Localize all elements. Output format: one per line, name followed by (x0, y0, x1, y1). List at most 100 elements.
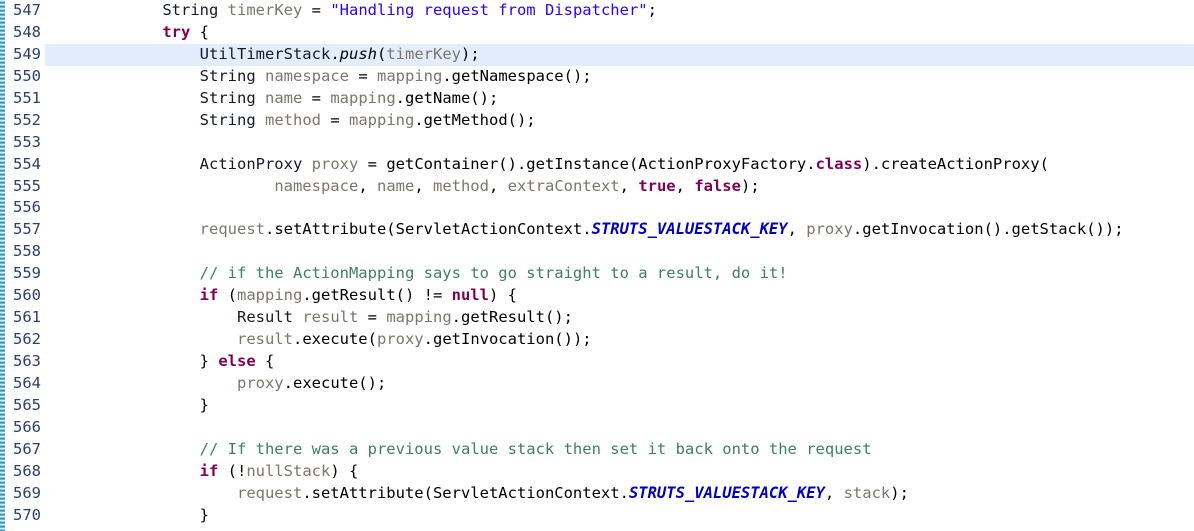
code-line[interactable]: 555 namespace, name, method, extraContex… (0, 176, 1194, 198)
code-line[interactable]: 565 } (0, 395, 1194, 417)
line-number[interactable]: 565 (0, 395, 41, 417)
code-line[interactable]: 552 String method = mapping.getMethod(); (0, 110, 1194, 132)
code-line-text[interactable]: if (!nullStack) { (45, 461, 1194, 483)
code-token: , (414, 176, 433, 195)
line-number[interactable]: 566 (0, 417, 41, 439)
code-line[interactable]: 570 } (0, 505, 1194, 527)
code-token: , (787, 220, 807, 239)
line-number[interactable]: 567 (0, 439, 41, 461)
code-token: push (339, 44, 377, 63)
line-number[interactable]: 550 (0, 66, 41, 88)
code-line-text[interactable]: // if the ActionMapping says to go strai… (45, 263, 1194, 285)
code-token: result (302, 308, 359, 327)
code-line-text[interactable]: // If there was a previous value stack t… (45, 439, 1194, 461)
code-line[interactable]: 553 (0, 132, 1194, 154)
code-line-text[interactable]: proxy.execute(); (45, 373, 1194, 395)
code-line-text[interactable]: } (45, 395, 1194, 417)
code-line[interactable]: 568 if (!nullStack) { (0, 461, 1194, 483)
code-line-text[interactable]: request.setAttribute(ServletActionContex… (45, 483, 1194, 505)
code-line-text[interactable]: if (mapping.getResult() != null) { (45, 285, 1194, 307)
code-line-text[interactable]: try { (45, 22, 1194, 44)
code-line-text[interactable]: } else { (45, 351, 1194, 373)
code-line-text[interactable]: String timerKey = "Handling request from… (45, 0, 1194, 22)
line-number[interactable]: 557 (0, 219, 41, 241)
line-number[interactable]: 558 (0, 241, 41, 263)
code-token: Result (236, 308, 293, 327)
line-number[interactable]: 556 (0, 197, 41, 219)
code-line[interactable]: 569 request.setAttribute(ServletActionCo… (0, 483, 1194, 505)
line-number[interactable]: 548 (0, 22, 41, 44)
code-line[interactable]: 554 ActionProxy proxy = getContainer().g… (0, 154, 1194, 176)
code-line[interactable]: 559 // if the ActionMapping says to go s… (0, 263, 1194, 285)
code-line-text[interactable]: UtilTimerStack.push(timerKey); (45, 43, 1194, 66)
code-line-text[interactable]: Result result = mapping.getResult(); (45, 307, 1194, 329)
line-number[interactable]: 547 (0, 0, 41, 22)
code-line[interactable]: 561 Result result = mapping.getResult(); (0, 307, 1194, 329)
line-number[interactable]: 551 (0, 88, 41, 110)
line-number[interactable]: 564 (0, 373, 41, 395)
code-line[interactable]: 547 String timerKey = "Handling request … (0, 0, 1194, 22)
code-token: mapping (237, 286, 303, 305)
code-line-text[interactable] (45, 417, 1194, 439)
code-line[interactable]: 567 // If there was a previous value sta… (0, 439, 1194, 461)
code-line-text[interactable]: namespace, name, method, extraContext, t… (45, 176, 1194, 198)
code-token: = (302, 88, 331, 107)
code-token: mapping (377, 66, 443, 85)
code-token: STRUTS_VALUESTACK_KEY (628, 483, 825, 502)
line-number[interactable]: 555 (0, 176, 41, 198)
code-token: ).createActionProxy( (862, 154, 1049, 173)
line-number[interactable]: 560 (0, 285, 41, 307)
code-line-text[interactable]: String name = mapping.getName(); (45, 88, 1194, 110)
code-token: if (199, 286, 219, 305)
code-line[interactable]: 550 String namespace = mapping.getNamesp… (0, 66, 1194, 88)
code-line[interactable]: 564 proxy.execute(); (0, 373, 1194, 395)
code-line-text[interactable]: request.setAttribute(ServletActionContex… (45, 219, 1194, 241)
code-line-text[interactable] (45, 241, 1194, 263)
code-token: false (694, 176, 741, 195)
code-line[interactable]: 549 UtilTimerStack.push(timerKey); (0, 43, 1194, 66)
code-line[interactable]: 558 (0, 241, 1194, 263)
line-number[interactable]: 554 (0, 154, 41, 176)
code-token: nullStack (246, 461, 331, 480)
line-number[interactable]: 561 (0, 307, 41, 329)
code-token: // if the ActionMapping says to go strai… (199, 264, 788, 283)
code-line-text[interactable]: String namespace = mapping.getNamespace(… (45, 66, 1194, 88)
line-number[interactable]: 570 (0, 505, 41, 527)
code-token: proxy (376, 330, 424, 349)
code-token: .setAttribute(ServletActionContext. (302, 483, 629, 502)
code-line[interactable]: 557 request.setAttribute(ServletActionCo… (0, 219, 1194, 241)
code-line[interactable]: 563 } else { (0, 351, 1194, 373)
code-token: = (358, 308, 387, 327)
code-line-text[interactable]: result.execute(proxy.getInvocation()); (45, 329, 1194, 351)
code-line-text[interactable] (45, 132, 1194, 154)
line-number[interactable]: 553 (0, 132, 41, 154)
line-number[interactable]: 569 (0, 483, 41, 505)
code-token: String (199, 66, 256, 85)
code-line-text[interactable]: } (45, 505, 1194, 527)
code-token: , (675, 176, 695, 195)
line-number[interactable]: 563 (0, 351, 41, 373)
code-content-area[interactable]: 547 String timerKey = "Handling request … (0, 0, 1194, 531)
line-number[interactable]: 552 (0, 110, 41, 132)
code-line-text[interactable]: String method = mapping.getMethod(); (45, 110, 1194, 132)
line-number[interactable]: 559 (0, 263, 41, 285)
line-number[interactable]: 562 (0, 329, 41, 351)
code-line[interactable]: 551 String name = mapping.getName(); (0, 88, 1194, 110)
code-line[interactable]: 566 (0, 417, 1194, 439)
code-line[interactable]: 556 (0, 197, 1194, 219)
code-token: { (190, 22, 209, 41)
code-line[interactable]: 560 if (mapping.getResult() != null) { (0, 285, 1194, 307)
code-token: STRUTS_VALUESTACK_KEY (591, 220, 788, 239)
code-line-text[interactable]: ActionProxy proxy = getContainer().getIn… (45, 154, 1194, 176)
code-line[interactable]: 548 try { (0, 22, 1194, 44)
line-number[interactable]: 568 (0, 461, 41, 483)
code-line[interactable]: 562 result.execute(proxy.getInvocation()… (0, 329, 1194, 351)
code-token: = (321, 110, 349, 129)
line-number[interactable]: 549 (0, 44, 41, 66)
code-line-text[interactable] (45, 197, 1194, 219)
